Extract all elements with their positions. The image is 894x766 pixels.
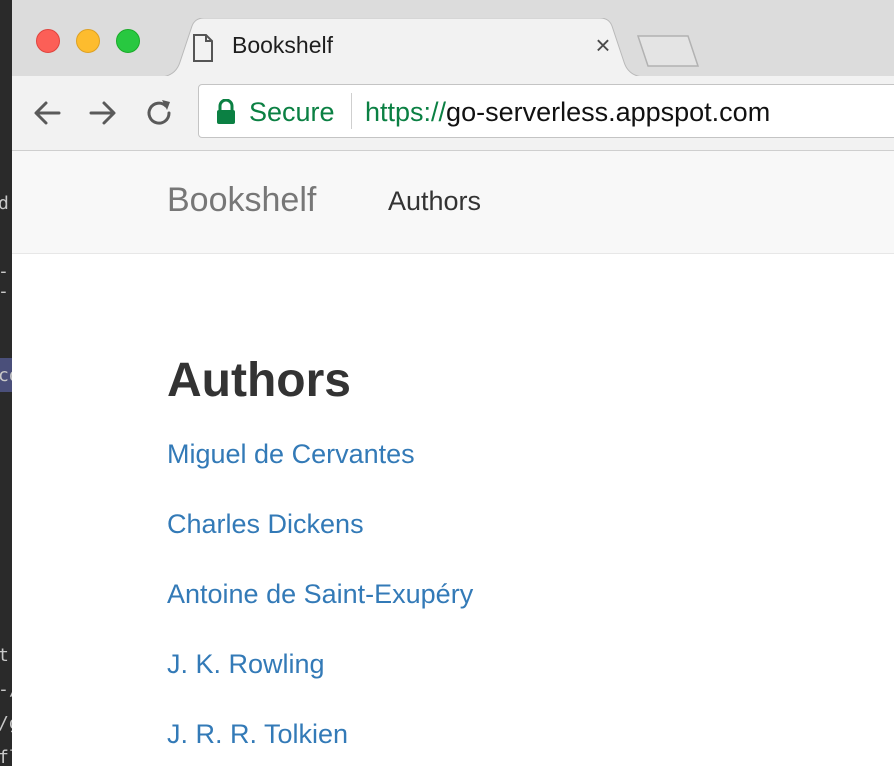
browser-window: Bookshelf × Secure https://go-serverless… xyxy=(12,0,894,766)
forward-arrow-icon[interactable] xyxy=(86,96,120,130)
author-link[interactable]: Miguel de Cervantes xyxy=(167,439,415,469)
author-link[interactable]: J. K. Rowling xyxy=(167,649,325,679)
new-tab-button[interactable] xyxy=(634,34,700,68)
address-bar[interactable]: Secure https://go-serverless.appspot.com xyxy=(198,84,894,138)
url-text[interactable]: https://go-serverless.appspot.com xyxy=(365,97,770,128)
author-list: Miguel de Cervantes Charles Dickens Anto… xyxy=(167,439,473,766)
maximize-window-button[interactable] xyxy=(116,29,140,53)
page-title: Authors xyxy=(167,354,351,407)
list-item: J. K. Rowling xyxy=(167,649,473,719)
close-window-button[interactable] xyxy=(36,29,60,53)
close-tab-icon[interactable]: × xyxy=(590,32,616,58)
secure-label[interactable]: Secure xyxy=(249,97,335,128)
back-arrow-icon[interactable] xyxy=(30,96,64,130)
list-item: J. R. R. Tolkien xyxy=(167,719,473,766)
author-link[interactable]: Antoine de Saint-Exupéry xyxy=(167,579,473,609)
reload-icon[interactable] xyxy=(142,96,176,130)
navbar-brand[interactable]: Bookshelf xyxy=(167,181,316,220)
tab-strip: Bookshelf × xyxy=(12,0,894,77)
list-item: Antoine de Saint-Exupéry xyxy=(167,579,473,649)
document-icon xyxy=(193,34,213,62)
tab-bookshelf[interactable]: Bookshelf × xyxy=(162,18,642,77)
url-scheme: https:// xyxy=(365,97,447,127)
nav-link-authors[interactable]: Authors xyxy=(388,186,481,217)
author-link[interactable]: J. R. R. Tolkien xyxy=(167,719,348,749)
url-host: go-serverless.appspot.com xyxy=(446,97,771,127)
browser-toolbar: Secure https://go-serverless.appspot.com xyxy=(12,76,894,151)
page-viewport: Bookshelf Authors Authors Miguel de Cerv… xyxy=(12,151,894,766)
lock-icon xyxy=(217,99,235,124)
tab-title: Bookshelf xyxy=(232,32,334,58)
site-navbar: Bookshelf Authors xyxy=(12,151,894,254)
omnibox-divider xyxy=(351,93,352,129)
terminal-fragment: t xyxy=(0,645,9,666)
list-item: Miguel de Cervantes xyxy=(167,439,473,509)
author-link[interactable]: Charles Dickens xyxy=(167,509,364,539)
list-item: Charles Dickens xyxy=(167,509,473,579)
minimize-window-button[interactable] xyxy=(76,29,100,53)
